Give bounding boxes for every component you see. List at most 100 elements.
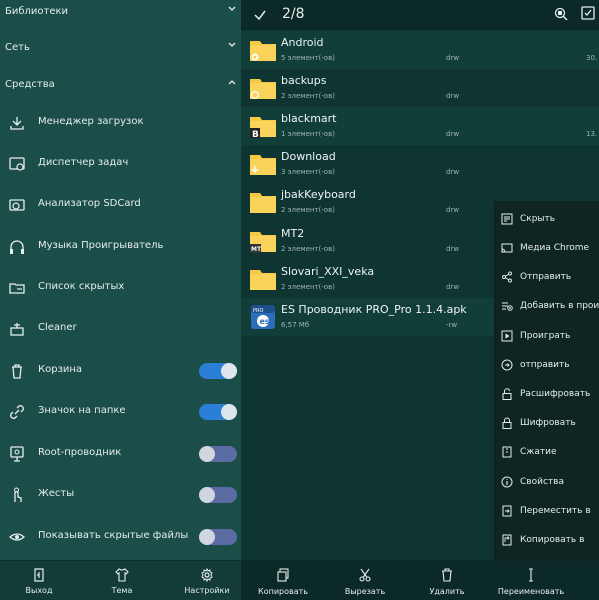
drawer-item-show-hidden-files[interactable]: Показывать скрытые файлы: [0, 520, 241, 554]
copy-label: Копировать: [258, 587, 308, 596]
menu-item-compress[interactable]: Сжатие: [495, 439, 599, 467]
svg-text:B: B: [252, 130, 259, 140]
menu-item-label: Медиа Chrome: [520, 243, 590, 253]
drawer-item-label: Root-проводник: [38, 447, 122, 458]
drawer-item-gestures[interactable]: Жесты: [0, 478, 241, 512]
check-icon[interactable]: [253, 8, 267, 22]
drawer-item-cleaner[interactable]: Cleaner: [0, 312, 241, 346]
chevron-up-icon: [228, 80, 236, 85]
drawer-item-folder-badge[interactable]: Значок на папке: [0, 395, 241, 429]
file-info: 5 элемент(-ов): [281, 54, 335, 62]
drawer-item-recycle-bin[interactable]: Корзина: [0, 354, 241, 388]
svg-text:es: es: [260, 317, 270, 326]
menu-item-label: Шифровать: [520, 418, 576, 428]
delete-button[interactable]: Удалить: [407, 560, 487, 600]
file-info: 2 элемент(-ов): [281, 92, 335, 100]
delete-icon: [442, 568, 452, 582]
settings-button[interactable]: Настройки: [172, 561, 242, 600]
file-name: ES Проводник PRO_Pro 1.1.4.apk: [281, 303, 467, 316]
section-tools[interactable]: Средства: [0, 73, 241, 95]
menu-item-play[interactable]: Проиграть: [495, 323, 599, 351]
menu-item-properties[interactable]: Свойства: [495, 469, 599, 497]
recycle-bin-toggle[interactable]: [199, 363, 237, 379]
show-hidden-files-toggle[interactable]: [199, 529, 237, 545]
file-row-backups[interactable]: backups 2 элемент(-ов) drw: [241, 69, 599, 107]
menu-item-send[interactable]: отправить: [495, 352, 599, 380]
drawer-item-label: Cleaner: [38, 322, 77, 333]
file-permissions: drw: [446, 54, 460, 62]
file-row-blackmart[interactable]: B blackmart 1 элемент(-ов) drw 13.: [241, 107, 599, 145]
menu-item-move-to[interactable]: Переместить в: [495, 498, 599, 526]
trash-icon: [12, 364, 22, 379]
toggle-knob: [199, 487, 215, 503]
root-icon: [10, 446, 24, 462]
task-manager-icon: [9, 157, 25, 171]
file-row-android[interactable]: Android 5 элемент(-ов) drw 30.: [241, 31, 599, 69]
drawer-item-sdcard-analyzer[interactable]: Анализатор SDCard: [0, 188, 241, 222]
menu-item-decrypt[interactable]: Расшифровать: [495, 381, 599, 409]
play-icon: [501, 330, 513, 342]
folder-icon: [250, 270, 276, 290]
folder-icon: [250, 193, 276, 213]
menu-item-label: Проиграть: [520, 331, 571, 341]
menu-item-add-to-playlist[interactable]: Добавить в проиг: [495, 293, 599, 321]
file-permissions: -rw: [446, 321, 458, 329]
toggle-knob: [221, 404, 237, 420]
exit-label: Выход: [25, 586, 53, 595]
drawer-item-label: Показывать скрытые файлы: [38, 530, 189, 541]
selection-toolbar: 2/8: [241, 0, 599, 30]
file-permissions: drw: [446, 245, 460, 253]
compress-icon: [502, 446, 512, 458]
settings-label: Настройки: [184, 586, 230, 595]
toggle-knob: [221, 363, 237, 379]
drawer-item-task-manager[interactable]: Диспетчер задач: [0, 147, 241, 181]
gestures-toggle[interactable]: [199, 487, 237, 503]
rename-button[interactable]: Переименовать: [491, 560, 571, 600]
exit-icon: [34, 568, 44, 582]
menu-item-label: Скрыть: [520, 214, 556, 224]
menu-item-hide[interactable]: Скрыть: [495, 206, 599, 234]
drawer-item-music-player[interactable]: Музыка Проигрыватель: [0, 230, 241, 264]
file-info: 2 элемент(-ов): [281, 283, 335, 291]
toggle-knob: [199, 529, 215, 545]
link-icon: [10, 405, 24, 419]
menu-item-label: Сжатие: [520, 447, 557, 457]
toggle-knob: [199, 446, 215, 462]
context-menu: Скрыть Медиа Chrome Отправить Добавить в…: [494, 201, 599, 561]
lock-icon: [502, 417, 512, 429]
theme-label: Тема: [111, 586, 133, 595]
menu-item-copy-to[interactable]: Копировать в: [495, 527, 599, 555]
theme-button[interactable]: Тема: [87, 561, 157, 600]
file-name: MT2: [281, 227, 305, 240]
exit-button[interactable]: Выход: [4, 561, 74, 600]
select-all-icon[interactable]: [581, 6, 597, 22]
file-permissions: drw: [446, 130, 460, 138]
playlist-add-icon: [502, 302, 513, 311]
root-explorer-toggle[interactable]: [199, 446, 237, 462]
svg-text:MT: MT: [251, 246, 262, 253]
rename-icon: [529, 568, 533, 582]
cut-button[interactable]: Вырезать: [325, 560, 405, 600]
file-permissions: drw: [446, 283, 460, 291]
menu-item-chrome-cast[interactable]: Медиа Chrome: [495, 235, 599, 263]
move-icon: [502, 505, 512, 517]
menu-item-encrypt[interactable]: Шифровать: [495, 410, 599, 438]
section-network[interactable]: Сеть: [0, 36, 241, 58]
drawer-item-hidden-list[interactable]: Список скрытых: [0, 271, 241, 305]
file-row-download[interactable]: Download 3 элемент(-ов) drw: [241, 145, 599, 183]
copy-button[interactable]: Копировать: [243, 560, 323, 600]
file-name: blackmart: [281, 112, 337, 125]
select-range-icon[interactable]: [554, 7, 568, 21]
drawer-item-label: Жесты: [38, 488, 75, 499]
download-icon: [10, 117, 24, 130]
file-permissions: drw: [446, 92, 460, 100]
drawer-item-root-explorer[interactable]: Root-проводник: [0, 437, 241, 471]
file-info: 2 элемент(-ов): [281, 245, 335, 253]
folder-badge-toggle[interactable]: [199, 404, 237, 420]
chevron-down-icon: [228, 6, 236, 11]
gesture-icon: [14, 487, 22, 502]
section-libraries[interactable]: Библиотеки: [0, 0, 241, 22]
cleaner-icon: [10, 323, 24, 336]
menu-item-share[interactable]: Отправить: [495, 264, 599, 292]
drawer-item-download-manager[interactable]: Менеджер загрузок: [0, 106, 241, 140]
